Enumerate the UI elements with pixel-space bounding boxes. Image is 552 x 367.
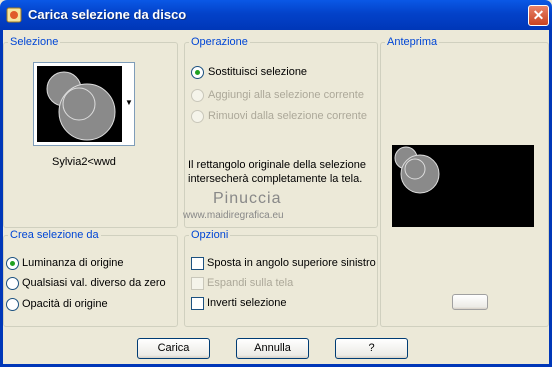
checkbox-sposta[interactable] — [191, 257, 204, 270]
radio-aggiungi[interactable] — [191, 89, 204, 102]
preview-canvas — [392, 145, 534, 227]
operazione-legend: Operazione — [191, 36, 248, 48]
radio-rimuovi-label: Rimuovi dalla selezione corrente — [208, 110, 367, 122]
preview-zoom-button[interactable] — [452, 294, 488, 310]
radio-rimuovi[interactable] — [191, 110, 204, 123]
opzioni-legend: Opzioni — [191, 229, 229, 241]
selection-file-name: Sylvia2<wwd — [52, 156, 116, 168]
checkbox-inverti-label: Inverti selezione — [207, 297, 287, 309]
checkbox-inverti[interactable] — [191, 297, 204, 310]
title-bar: Carica selezione da disco ✕ — [0, 0, 552, 30]
radio-opacita-label: Opacità di origine — [22, 298, 108, 310]
radio-qualsiasi-label: Qualsiasi val. diverso da zero — [22, 277, 166, 289]
anteprima-legend: Anteprima — [387, 36, 438, 48]
radio-sostituisci-label: Sostituisci selezione — [208, 66, 308, 78]
radio-opacita[interactable] — [6, 298, 19, 311]
window-title: Carica selezione da disco — [28, 7, 187, 22]
help-button[interactable]: ? — [335, 338, 408, 359]
radio-aggiungi-label: Aggiungi alla selezione corrente — [208, 89, 364, 101]
operation-info-line1: Il rettangolo originale della selezione — [188, 159, 366, 171]
radio-sostituisci[interactable] — [191, 66, 204, 79]
close-icon: ✕ — [532, 7, 545, 23]
cancel-button[interactable]: Annulla — [236, 338, 309, 359]
operation-info-line2: intersecherà completamente la tela. — [188, 173, 363, 185]
radio-luminanza[interactable] — [6, 257, 19, 270]
close-button[interactable]: ✕ — [528, 5, 549, 26]
checkbox-espandi[interactable] — [191, 277, 204, 290]
selection-thumbnail — [37, 66, 122, 142]
checkbox-espandi-label: Espandi sulla tela — [207, 277, 294, 289]
app-icon — [6, 7, 22, 23]
load-button[interactable]: Carica — [137, 338, 210, 359]
checkbox-sposta-label: Sposta in angolo superiore sinistro — [207, 257, 376, 269]
chevron-down-icon: ▼ — [125, 98, 133, 107]
crea-selezione-legend: Crea selezione da — [10, 229, 99, 241]
selezione-legend: Selezione — [10, 36, 59, 48]
radio-qualsiasi[interactable] — [6, 277, 19, 290]
selection-file-picker[interactable]: ▼ — [33, 62, 135, 146]
watermark-title: Pinuccia — [213, 190, 282, 207]
radio-luminanza-label: Luminanza di origine — [22, 257, 124, 269]
watermark-url: www.maidiregrafica.eu — [183, 210, 284, 221]
